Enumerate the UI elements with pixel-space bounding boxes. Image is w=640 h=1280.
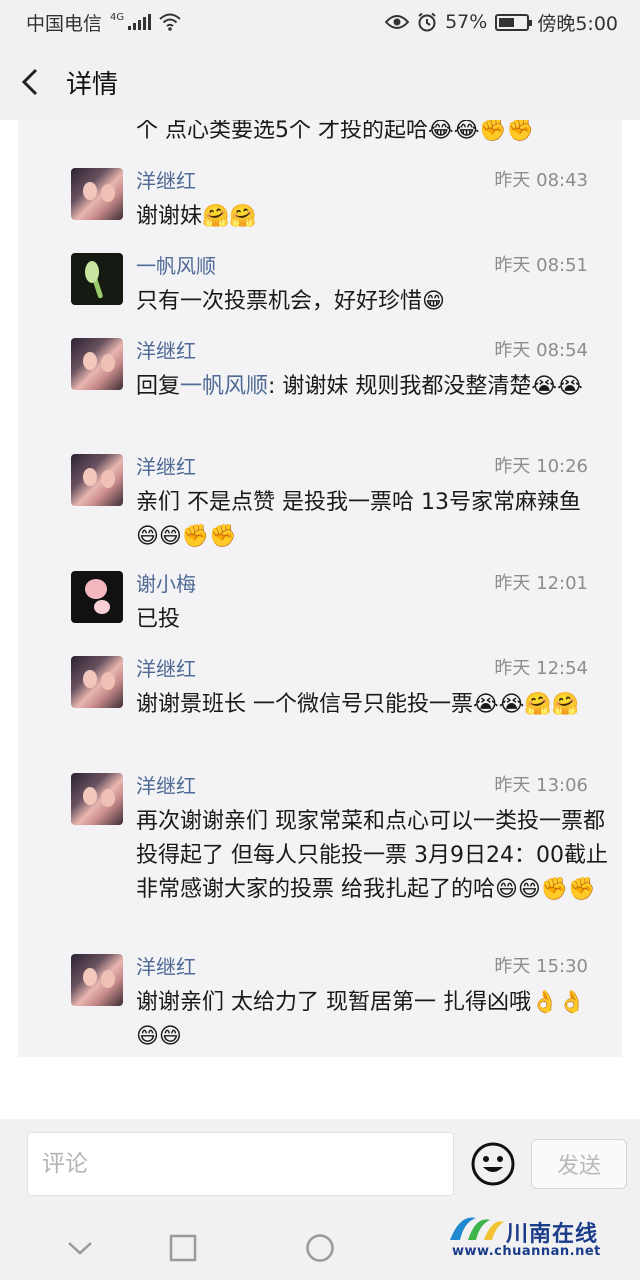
status-bar: 中国电信 4G 57% 傍晚5:00 (0, 0, 640, 44)
comment-time: 昨天 15:30 (494, 956, 588, 977)
comment-text: 再次谢谢亲们 现家常菜和点心可以一类投一票都投得起了 但每人只能投一票 3月9日… (136, 809, 608, 902)
reply-to-name[interactable]: 一帆风顺 (180, 374, 268, 399)
avatar[interactable] (71, 253, 123, 305)
comment-list[interactable]: 个 点心类要选5个 才投的起哈😂😂✊✊ 洋继红 昨天 08:43 谢谢妹🤗🤗 一… (18, 120, 622, 1057)
carrier-label: 中国电信 (26, 12, 103, 35)
comment-author[interactable]: 谢小梅 (136, 571, 196, 597)
smiley-icon[interactable] (470, 1141, 516, 1187)
comment-time: 昨天 10:26 (494, 456, 588, 477)
comment-input-bar: 评论 发送 (0, 1119, 640, 1214)
reply-prefix: 回复 (136, 374, 181, 399)
send-button[interactable]: 发送 (531, 1139, 627, 1189)
comment-time: 昨天 08:54 (494, 340, 588, 361)
avatar[interactable] (71, 773, 123, 825)
avatar[interactable] (71, 338, 123, 390)
status-left: 中国电信 4G (26, 9, 181, 36)
comment-text: 谢谢妹🤗🤗 (136, 204, 257, 229)
alarm-icon (418, 12, 436, 32)
comment-input[interactable]: 评论 (27, 1132, 454, 1196)
comment-text: 谢谢景班长 一个微信号只能投一票😭😭🤗🤗 (136, 692, 580, 717)
back-arrow-icon[interactable] (0, 44, 60, 120)
triangle-back-icon[interactable] (60, 1228, 100, 1268)
comment-author[interactable]: 洋继红 (136, 656, 196, 682)
comment-time: 昨天 12:54 (494, 658, 588, 679)
comment-text: 亲们 不是点赞 是投我一票哈 13号家常麻辣鱼 😄😄✊✊ (136, 490, 581, 549)
avatar[interactable] (71, 954, 123, 1006)
comment-author[interactable]: 洋继红 (136, 338, 196, 364)
page-title: 详情 (66, 69, 119, 100)
battery-level-fill (499, 17, 515, 27)
comment-author[interactable]: 洋继红 (136, 773, 196, 799)
comment-time: 昨天 08:51 (494, 255, 588, 276)
nav-bar: 详情 (0, 44, 640, 120)
wifi-icon (159, 13, 181, 31)
comment-author[interactable]: 洋继红 (136, 168, 196, 194)
partial-comment-text: 个 点心类要选5个 才投的起哈😂😂✊✊ (136, 120, 535, 143)
comment-time: 昨天 13:06 (494, 775, 588, 796)
watermark-url: www.chuannan.net (452, 1244, 601, 1259)
clock-label: 傍晚5:00 (537, 12, 618, 35)
comment-author[interactable]: 洋继红 (136, 454, 196, 480)
comment-text: 已投 (136, 607, 181, 632)
status-right: 57% 傍晚5:00 (385, 9, 618, 36)
comment-author[interactable]: 一帆风顺 (136, 253, 216, 279)
comment-time: 昨天 12:01 (494, 573, 588, 594)
signal-icon (128, 14, 152, 30)
circle-home-icon[interactable] (300, 1228, 340, 1268)
avatar[interactable] (71, 571, 123, 623)
avatar[interactable] (71, 454, 123, 506)
comment-author[interactable]: 洋继红 (136, 954, 196, 980)
avatar[interactable] (71, 656, 123, 708)
comment-time: 昨天 08:43 (494, 170, 588, 191)
comment-text: 只有一次投票机会，好好珍惜😁 (136, 289, 445, 314)
battery-percent: 57% (445, 11, 488, 33)
network-type-label: 4G (110, 11, 125, 23)
battery-icon (495, 13, 533, 31)
eye-icon (385, 15, 410, 29)
watermark: 川南在线 www.chuannan.net (446, 1208, 632, 1268)
avatar[interactable] (71, 168, 123, 220)
reply-body: : 谢谢妹 规则我都没整清楚😭😭 (268, 374, 583, 399)
square-recent-icon[interactable] (163, 1228, 203, 1268)
comment-text: 回复一帆风顺: 谢谢妹 规则我都没整清楚😭😭 (136, 370, 608, 404)
comment-text: 谢谢亲们 太给力了 现暂居第一 扎得凶哦👌👌😄😄 (136, 990, 586, 1049)
